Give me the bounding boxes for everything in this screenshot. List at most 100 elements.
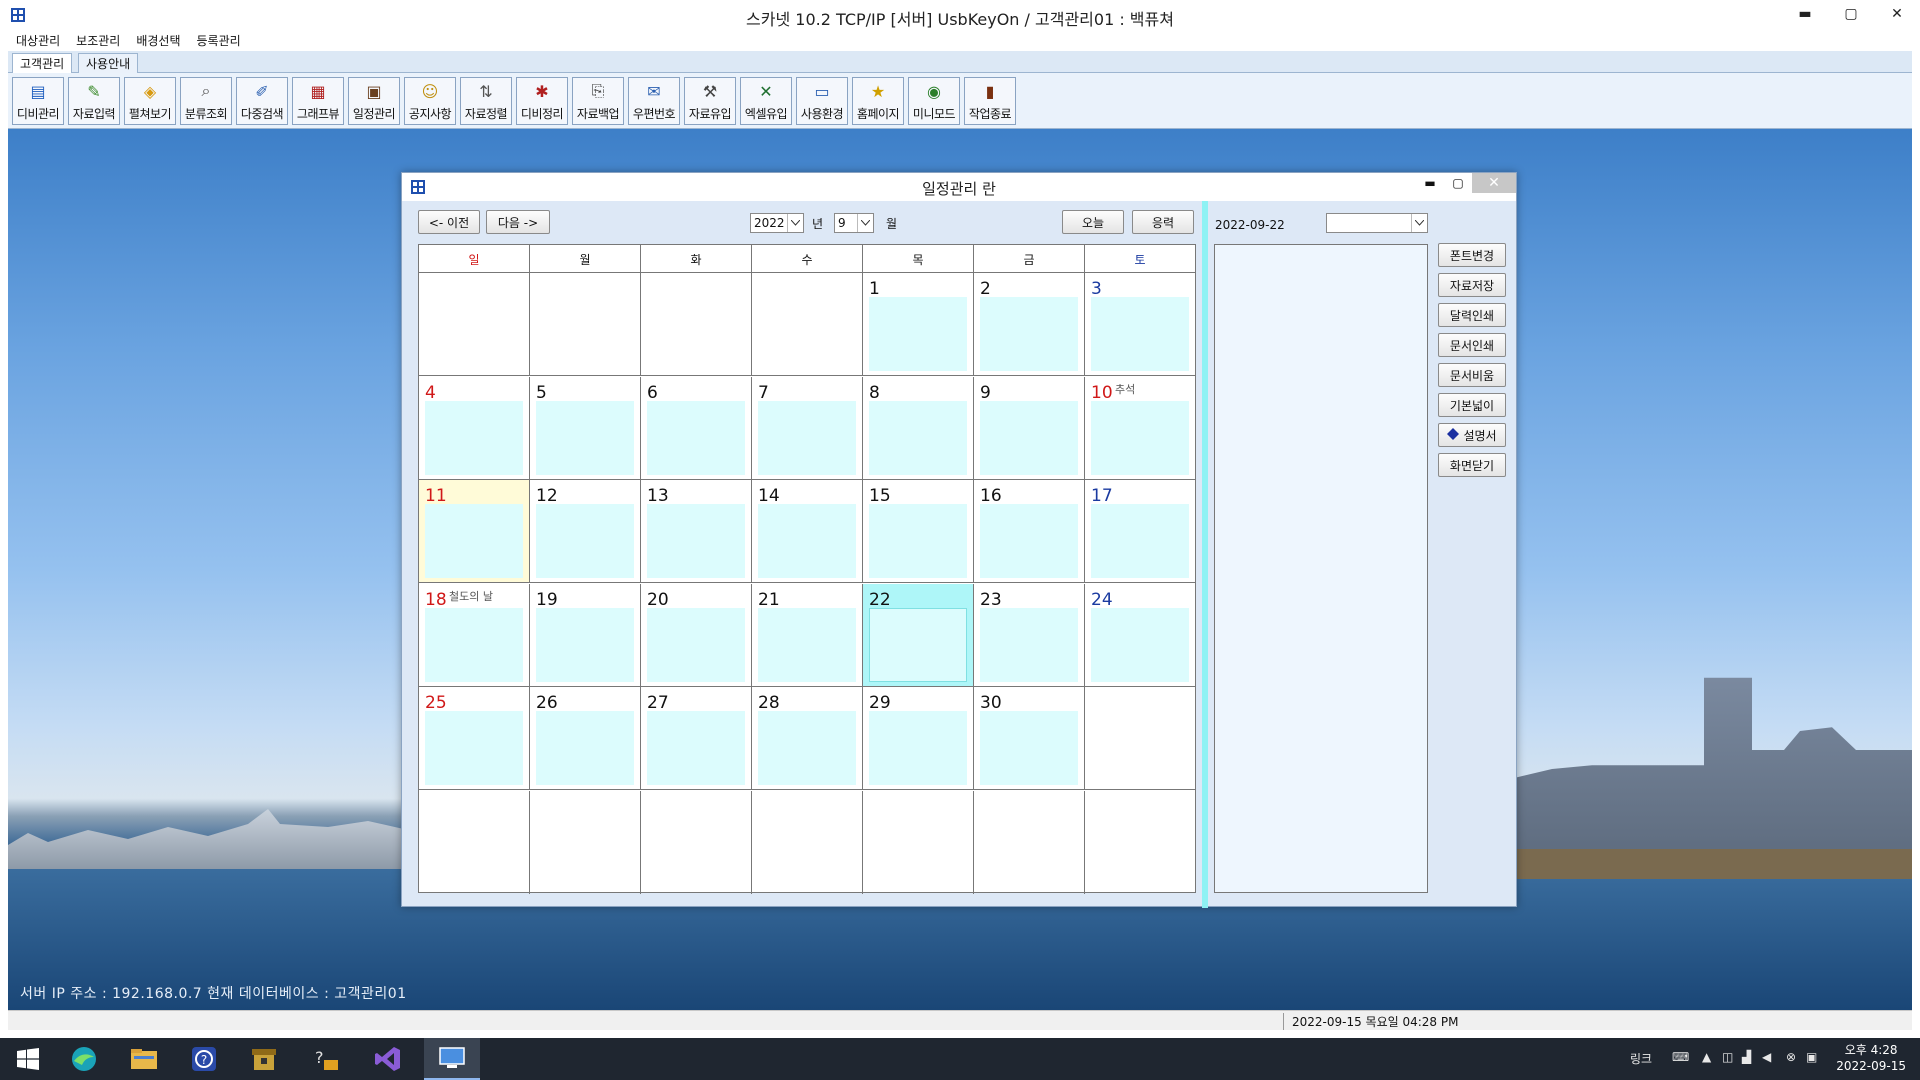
calendar-day-cell[interactable]: 22 bbox=[863, 583, 974, 686]
calendar-day-cell[interactable]: 3 bbox=[1085, 273, 1195, 375]
calendar-day-cell[interactable] bbox=[419, 273, 530, 375]
day-note-area[interactable] bbox=[1091, 607, 1189, 682]
next-month-button[interactable]: 다음 -> bbox=[486, 210, 550, 234]
calendar-day-cell[interactable] bbox=[974, 790, 1085, 894]
toolbar-button-5[interactable]: ▦ 그래프뷰 bbox=[292, 77, 344, 125]
calendar-day-cell[interactable]: 15 bbox=[863, 480, 974, 582]
calendar-day-cell[interactable]: 10 추석 bbox=[1085, 377, 1195, 479]
calendar-day-cell[interactable] bbox=[641, 273, 752, 375]
calendar-day-cell[interactable]: 9 bbox=[974, 376, 1085, 479]
calendar-day-cell[interactable]: 24 bbox=[1085, 584, 1195, 686]
calendar-day-cell[interactable]: 18 철도의 날 bbox=[419, 583, 530, 686]
day-note-area[interactable] bbox=[758, 504, 856, 578]
dialog-maximize-button[interactable]: ▢ bbox=[1444, 173, 1472, 193]
prev-month-button[interactable]: <- 이전 bbox=[418, 210, 480, 234]
toolbar-button-11[interactable]: ✉ 우편번호 bbox=[628, 77, 680, 125]
day-note-area[interactable] bbox=[980, 297, 1078, 371]
memo-category-select[interactable] bbox=[1326, 213, 1428, 233]
calendar-day-cell[interactable]: 19 bbox=[530, 583, 641, 686]
day-note-area[interactable] bbox=[425, 711, 523, 785]
menu-registration[interactable]: 등록관리 bbox=[189, 31, 249, 51]
dialog-minimize-button[interactable]: ▬ bbox=[1416, 173, 1444, 193]
day-note-area[interactable] bbox=[758, 711, 856, 785]
calendar-day-cell[interactable]: 28 bbox=[752, 687, 863, 789]
taskbar-clock[interactable]: 오후 4:28 2022-09-15 bbox=[1836, 1042, 1906, 1074]
help-icon[interactable]: ? bbox=[176, 1038, 232, 1080]
memo-textarea[interactable] bbox=[1214, 244, 1428, 893]
toolbar-button-10[interactable]: ⎘ 자료백업 bbox=[572, 77, 624, 125]
save-data-button[interactable]: 자료저장 bbox=[1438, 273, 1506, 297]
calendar-day-cell[interactable]: 25 bbox=[419, 687, 530, 789]
close-button[interactable]: ✕ bbox=[1874, 0, 1920, 28]
toolbar-button-17[interactable]: ▮ 작업종료 bbox=[964, 77, 1016, 125]
calendar-day-cell[interactable]: 27 bbox=[641, 687, 752, 789]
day-note-area[interactable] bbox=[647, 711, 745, 785]
toolbar-button-2[interactable]: ◈ 펼쳐보기 bbox=[124, 77, 176, 125]
calendar-day-cell[interactable]: 1 bbox=[863, 273, 974, 375]
calendar-day-cell[interactable]: 26 bbox=[530, 687, 641, 789]
scanet-app-icon[interactable] bbox=[424, 1038, 480, 1080]
day-note-area[interactable] bbox=[1091, 297, 1189, 371]
day-note-area[interactable] bbox=[536, 711, 634, 785]
calendar-day-cell[interactable] bbox=[1085, 791, 1195, 894]
calendar-day-cell[interactable] bbox=[641, 790, 752, 894]
day-note-area[interactable] bbox=[536, 504, 634, 578]
toolbar-button-14[interactable]: ▭ 사용환경 bbox=[796, 77, 848, 125]
calendar-day-cell[interactable] bbox=[530, 790, 641, 894]
calendar-day-cell[interactable] bbox=[752, 790, 863, 894]
calendar-day-cell[interactable]: 5 bbox=[530, 376, 641, 479]
toolbar-button-16[interactable]: ◉ 미니모드 bbox=[908, 77, 960, 125]
dialog-close-button[interactable]: ✕ bbox=[1472, 173, 1516, 193]
day-note-area[interactable] bbox=[536, 400, 634, 475]
maximize-button[interactable]: ▢ bbox=[1828, 0, 1874, 28]
wifi-icon[interactable]: ▟ bbox=[1742, 1050, 1751, 1064]
menu-target-manage[interactable]: 대상관리 bbox=[8, 31, 68, 51]
font-change-button[interactable]: 폰트변경 bbox=[1438, 243, 1506, 267]
day-note-area[interactable] bbox=[1091, 504, 1189, 578]
day-note-area[interactable] bbox=[869, 400, 967, 475]
toolbar-button-9[interactable]: ✱ 디비정리 bbox=[516, 77, 568, 125]
day-note-area[interactable] bbox=[980, 711, 1078, 785]
calendar-day-cell[interactable]: 16 bbox=[974, 480, 1085, 582]
calendar-day-cell[interactable]: 4 bbox=[419, 376, 530, 479]
day-note-area[interactable] bbox=[647, 400, 745, 475]
antivirus-icon[interactable]: ⊗ bbox=[1786, 1050, 1796, 1064]
minimize-button[interactable]: ▬ bbox=[1782, 0, 1828, 28]
calendar-day-cell[interactable]: 8 bbox=[863, 376, 974, 479]
toolbar-button-1[interactable]: ✎ 자료입력 bbox=[68, 77, 120, 125]
print-document-button[interactable]: 문서인쇄 bbox=[1438, 333, 1506, 357]
toolbar-button-0[interactable]: ▤ 디비관리 bbox=[12, 77, 64, 125]
support-app-icon[interactable]: ? bbox=[298, 1038, 354, 1080]
browser-icon[interactable] bbox=[56, 1038, 112, 1080]
manual-button[interactable]: 설명서 bbox=[1438, 423, 1506, 447]
toolbar-button-3[interactable]: ⌕ 분류조회 bbox=[180, 77, 232, 125]
day-note-area[interactable] bbox=[869, 711, 967, 785]
calendar-day-cell[interactable]: 2 bbox=[974, 273, 1085, 375]
tab-customer-manage[interactable]: 고객관리 bbox=[12, 53, 73, 73]
day-note-area[interactable] bbox=[869, 607, 967, 682]
day-note-area[interactable] bbox=[980, 504, 1078, 578]
year-select[interactable]: 2022 bbox=[750, 213, 804, 233]
calendar-day-cell[interactable]: 11 bbox=[419, 480, 530, 582]
day-note-area[interactable] bbox=[536, 607, 634, 682]
day-note-area[interactable] bbox=[869, 504, 967, 578]
month-select[interactable]: 9 bbox=[834, 213, 874, 233]
day-note-area[interactable] bbox=[980, 400, 1078, 475]
day-note-area[interactable] bbox=[647, 504, 745, 578]
day-note-area[interactable] bbox=[758, 400, 856, 475]
calendar-day-cell[interactable] bbox=[863, 790, 974, 894]
calendar-day-cell[interactable]: 7 bbox=[752, 376, 863, 479]
calendar-day-cell[interactable]: 14 bbox=[752, 480, 863, 582]
calendar-day-cell[interactable]: 30 bbox=[974, 687, 1085, 789]
today-button[interactable]: 오늘 bbox=[1062, 210, 1124, 234]
calendar-day-cell[interactable] bbox=[419, 790, 530, 894]
tray-link-label[interactable]: 링크 bbox=[1630, 1050, 1652, 1067]
day-note-area[interactable] bbox=[869, 297, 967, 371]
calendar-day-cell[interactable]: 23 bbox=[974, 583, 1085, 686]
panel-splitter[interactable] bbox=[1202, 201, 1208, 908]
day-note-area[interactable] bbox=[1091, 400, 1189, 475]
calendar-day-cell[interactable]: 13 bbox=[641, 480, 752, 582]
menu-sub-manage[interactable]: 보조관리 bbox=[68, 31, 128, 51]
box-app-icon[interactable] bbox=[236, 1038, 292, 1080]
calendar-day-cell[interactable]: 6 bbox=[641, 376, 752, 479]
